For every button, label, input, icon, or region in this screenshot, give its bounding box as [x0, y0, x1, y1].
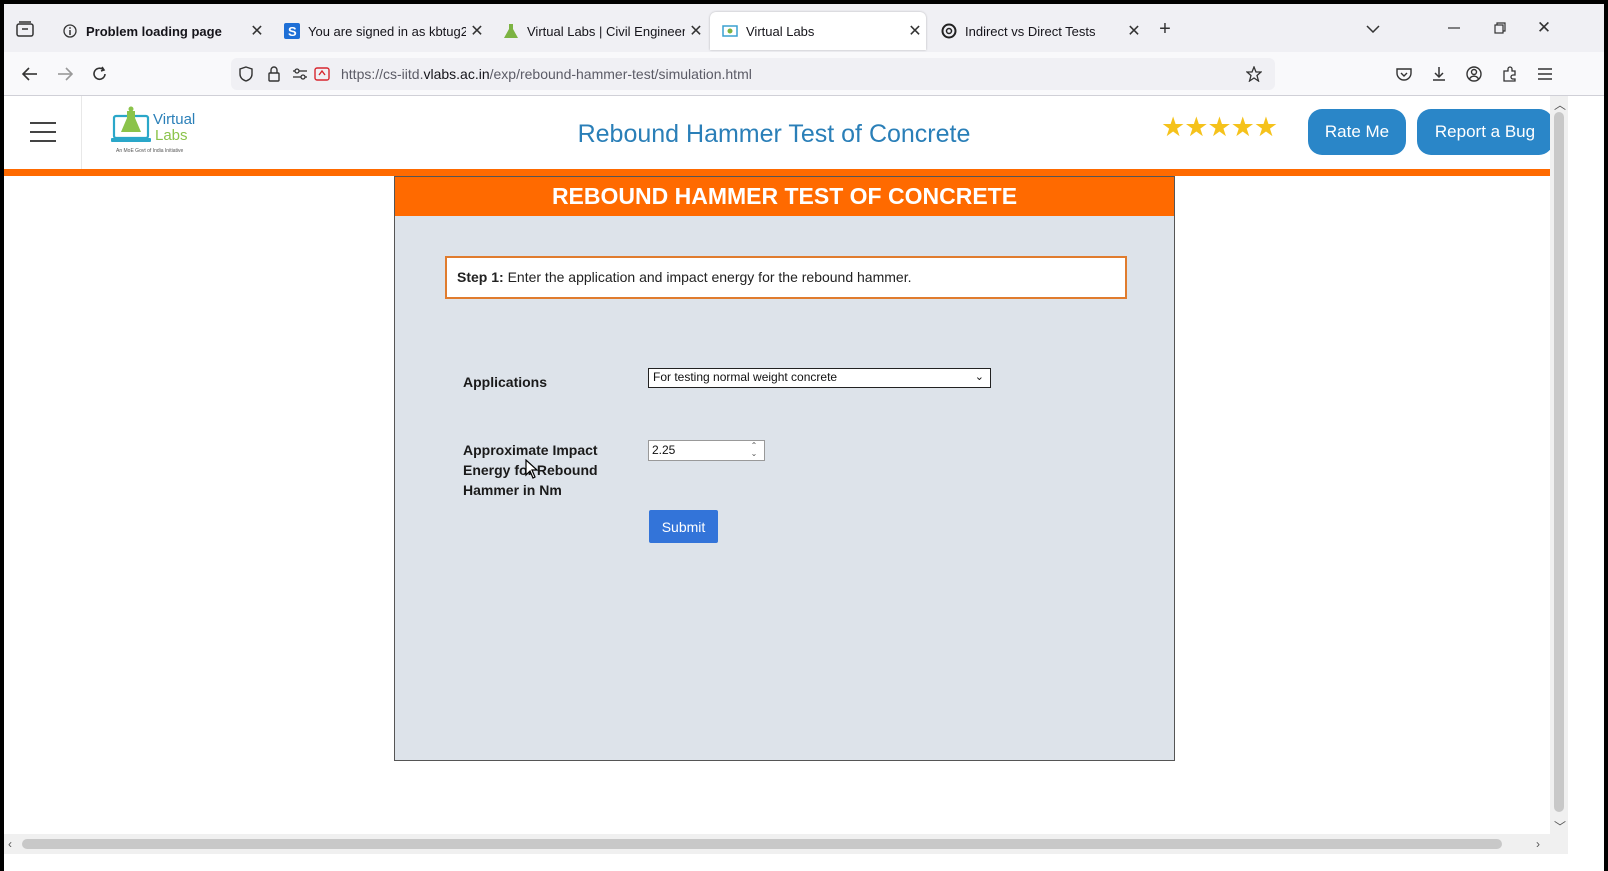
tab-title: Indirect vs Direct Tests — [965, 23, 1096, 39]
step-instruction: Step 1: Enter the application and impact… — [445, 256, 1127, 299]
logo-text-top: Virtual — [153, 111, 195, 128]
url-domain: vlabs.ac.in — [423, 66, 490, 82]
url-text[interactable]: https://cs-iitd.vlabs.ac.in/exp/rebound-… — [341, 66, 752, 82]
step-label: Step 1: — [457, 269, 504, 285]
virtual-labs-logo[interactable]: Virtual Labs An MoE Govt of India Initia… — [111, 106, 211, 156]
firefox-view-icon[interactable] — [14, 18, 36, 40]
rating-stars[interactable]: ★★★★★ — [1161, 112, 1278, 143]
horizontal-scroll-thumb[interactable] — [22, 839, 1502, 849]
tab-virtual-labs[interactable]: Virtual Labs ✕ — [710, 12, 926, 50]
flask-icon — [503, 23, 519, 39]
scroll-up-icon[interactable]: ︿ — [1554, 96, 1566, 113]
simulation-panel: REBOUND HAMMER TEST OF CONCRETE Step 1: … — [394, 176, 1175, 761]
site-header: Virtual Labs An MoE Govt of India Initia… — [4, 96, 1550, 169]
navigation-toolbar: https://cs-iitd.vlabs.ac.in/exp/rebound-… — [4, 52, 1604, 96]
s-logo-icon: S — [284, 23, 300, 39]
applications-selected-value: For testing normal weight concrete — [653, 370, 838, 384]
tab-title: You are signed in as kbtug2306 — [308, 23, 466, 39]
page-content: Virtual Labs An MoE Govt of India Initia… — [4, 96, 1550, 834]
tab-title: Virtual Labs | Civil Engineering — [527, 23, 685, 39]
site-title: Rebound Hammer Test of Concrete — [577, 120, 971, 148]
hamburger-menu-icon[interactable] — [30, 122, 56, 142]
tab-indirect-vs-direct[interactable]: Indirect vs Direct Tests ✕ — [929, 12, 1145, 50]
close-window-icon[interactable]: ✕ — [1534, 18, 1554, 38]
info-icon — [62, 23, 78, 39]
impact-energy-input[interactable]: 2.25 ⌃ ⌄ — [648, 440, 765, 461]
blocked-content-icon[interactable] — [313, 65, 331, 83]
tab-signed-in[interactable]: S You are signed in as kbtug2306 ✕ — [272, 12, 488, 50]
reload-icon[interactable] — [90, 64, 110, 84]
app-menu-icon[interactable] — [1535, 64, 1555, 84]
applications-label: Applications — [463, 374, 548, 390]
lock-icon[interactable] — [265, 65, 283, 83]
close-icon[interactable]: ✕ — [685, 21, 707, 41]
restore-icon[interactable] — [1490, 18, 1510, 38]
tab-title: Virtual Labs — [746, 23, 815, 39]
header-divider — [81, 96, 82, 169]
tab-problem-loading[interactable]: Problem loading page ✕ — [50, 12, 268, 50]
pocket-icon[interactable] — [1394, 64, 1414, 84]
back-icon[interactable] — [20, 64, 40, 84]
scroll-left-icon[interactable]: ‹ — [8, 837, 12, 851]
logo-tagline: An MoE Govt of India Initiative — [116, 148, 183, 154]
report-bug-button[interactable]: Report a Bug — [1417, 109, 1550, 155]
virtual-labs-icon — [722, 23, 738, 39]
close-icon[interactable]: ✕ — [904, 21, 926, 41]
address-bar[interactable]: https://cs-iitd.vlabs.ac.in/exp/rebound-… — [231, 58, 1275, 90]
applications-select[interactable]: For testing normal weight concrete ⌄ — [648, 368, 991, 388]
step-text: Enter the application and impact energy … — [503, 269, 912, 285]
vertical-scroll-thumb[interactable] — [1554, 112, 1564, 812]
scroll-right-icon[interactable]: › — [1536, 837, 1540, 851]
shield-icon[interactable] — [237, 65, 255, 83]
impact-energy-value: 2.25 — [652, 443, 676, 457]
permissions-icon[interactable] — [291, 65, 309, 83]
forward-icon[interactable] — [55, 64, 75, 84]
downloads-icon[interactable] — [1429, 64, 1449, 84]
vertical-scrollbar[interactable]: ︿ ﹀ — [1550, 96, 1568, 834]
rate-me-button[interactable]: Rate Me — [1308, 109, 1406, 155]
list-tabs-chevron-icon[interactable] — [1364, 20, 1382, 38]
scroll-down-icon[interactable]: ﹀ — [1554, 818, 1566, 835]
minimize-icon[interactable] — [1444, 18, 1464, 38]
new-tab-icon[interactable]: + — [1156, 18, 1174, 40]
url-path: /exp/rebound-hammer-test/simulation.html — [489, 66, 752, 82]
tab-virtual-labs-civil[interactable]: Virtual Labs | Civil Engineering ✕ — [491, 12, 707, 50]
chevron-down-icon: ⌄ — [974, 371, 984, 383]
tab-title: Problem loading page — [86, 23, 222, 39]
tab-strip: Problem loading page ✕ S You are signed … — [4, 4, 1604, 52]
account-icon[interactable] — [1464, 64, 1484, 84]
horizontal-scrollbar[interactable]: ‹ › — [4, 834, 1568, 854]
browser-window: Problem loading page ✕ S You are signed … — [0, 0, 1608, 871]
close-icon[interactable]: ✕ — [246, 21, 268, 41]
close-icon[interactable]: ✕ — [1123, 21, 1145, 41]
extensions-icon[interactable] — [1500, 64, 1520, 84]
number-spinner-icon[interactable]: ⌃ ⌄ — [746, 442, 762, 459]
header-accent-bar — [4, 169, 1550, 176]
mouse-cursor-icon — [525, 459, 539, 479]
bookmark-star-icon[interactable] — [1245, 65, 1263, 83]
close-icon[interactable]: ✕ — [466, 21, 488, 41]
simulation-title: REBOUND HAMMER TEST OF CONCRETE — [395, 177, 1174, 216]
logo-text-bottom: Labs — [155, 127, 188, 144]
url-prefix: https://cs-iitd. — [341, 66, 424, 82]
openai-icon — [941, 23, 957, 39]
impact-energy-label: Approximate Impact Energy for Rebound Ha… — [463, 442, 598, 498]
submit-button[interactable]: Submit — [649, 510, 718, 543]
svg-text:S: S — [288, 24, 297, 39]
